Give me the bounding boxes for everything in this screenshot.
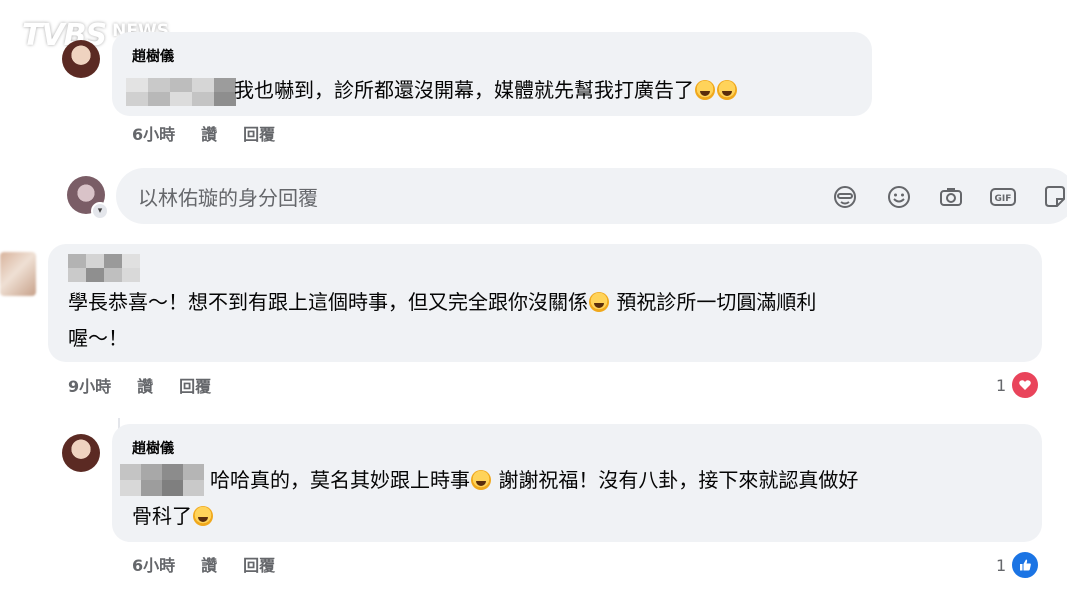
- comment-author[interactable]: 趙樹儀: [132, 46, 174, 66]
- reply-link[interactable]: 回覆: [243, 125, 275, 144]
- avatar[interactable]: [62, 434, 100, 472]
- comment-text-line2: 骨科了: [132, 498, 214, 534]
- like-link[interactable]: 讚: [137, 377, 153, 396]
- reply-placeholder: 以林佑璇的身分回覆: [138, 186, 318, 210]
- thumbs-up-reaction-icon: [1010, 550, 1041, 580]
- svg-text:GIF: GIF: [995, 194, 1012, 204]
- comment-body: 我也嚇到，診所都還沒開幕，媒體就先幫我打廣告了: [234, 78, 694, 102]
- grinning-sweat-emoji-icon: [589, 292, 609, 312]
- comment-time[interactable]: 9小時: [68, 377, 111, 396]
- reaction-summary[interactable]: 1: [996, 370, 1041, 400]
- avatar[interactable]: [62, 40, 100, 78]
- grinning-sweat-emoji-icon: [471, 470, 491, 490]
- mention-mosaic: [120, 464, 204, 496]
- sticker-icon[interactable]: [1041, 183, 1067, 211]
- comment-meta: 6小時 讚 回覆: [132, 552, 301, 576]
- chevron-down-icon[interactable]: ▾: [91, 202, 109, 220]
- like-link[interactable]: 讚: [201, 125, 217, 144]
- reaction-summary[interactable]: 1: [996, 550, 1041, 580]
- comment-text: 我也嚇到，診所都還沒開幕，媒體就先幫我打廣告了: [234, 72, 738, 108]
- comment-meta: 6小時 讚 回覆: [132, 121, 301, 145]
- gif-icon[interactable]: GIF: [989, 183, 1017, 211]
- author-mosaic: [68, 254, 140, 282]
- comment-body: 骨科了: [132, 504, 192, 528]
- emoji-icon[interactable]: [885, 183, 913, 211]
- reaction-count: 1: [996, 555, 1007, 575]
- reply-link[interactable]: 回覆: [243, 556, 275, 575]
- mention-mosaic: [126, 78, 236, 106]
- laughing-emoji-icon: [193, 506, 213, 526]
- laughing-emoji-icon: [695, 80, 715, 100]
- comment-body: 但又完全跟你沒關係: [408, 290, 588, 314]
- comment-time[interactable]: 6小時: [132, 125, 175, 144]
- comment-text: 哈哈真的，莫名其妙跟上時事 謝謝祝福！沒有八卦，接下來就認真做好: [210, 462, 858, 498]
- comment-meta: 9小時 讚 回覆: [68, 373, 237, 397]
- comment-text: 學長恭喜～！想不到有跟上這個時事，但又完全跟你沒關係 預祝診所一切圓滿順利: [68, 284, 816, 320]
- comment-body: 預祝診所一切圓滿順利: [616, 290, 817, 314]
- avatar-sticker-icon[interactable]: [831, 183, 859, 211]
- like-link[interactable]: 讚: [201, 556, 217, 575]
- laughing-emoji-icon: [717, 80, 737, 100]
- comment-text-line2: 喔～！: [68, 326, 128, 350]
- comment-body: 學長恭喜～！想不到有跟上這個時事，: [68, 290, 408, 314]
- camera-icon[interactable]: [937, 183, 965, 211]
- avatar[interactable]: [0, 252, 36, 296]
- comment-author[interactable]: 趙樹儀: [132, 438, 174, 458]
- reply-link[interactable]: 回覆: [179, 377, 211, 396]
- comment-body: 哈哈真的，莫名其妙跟上時事: [210, 468, 470, 492]
- comment-time[interactable]: 6小時: [132, 556, 175, 575]
- heart-reaction-icon: [1010, 370, 1041, 400]
- comment-body: 謝謝祝福！沒有八卦，接下來就認真做好: [498, 468, 859, 492]
- reaction-count: 1: [996, 375, 1007, 395]
